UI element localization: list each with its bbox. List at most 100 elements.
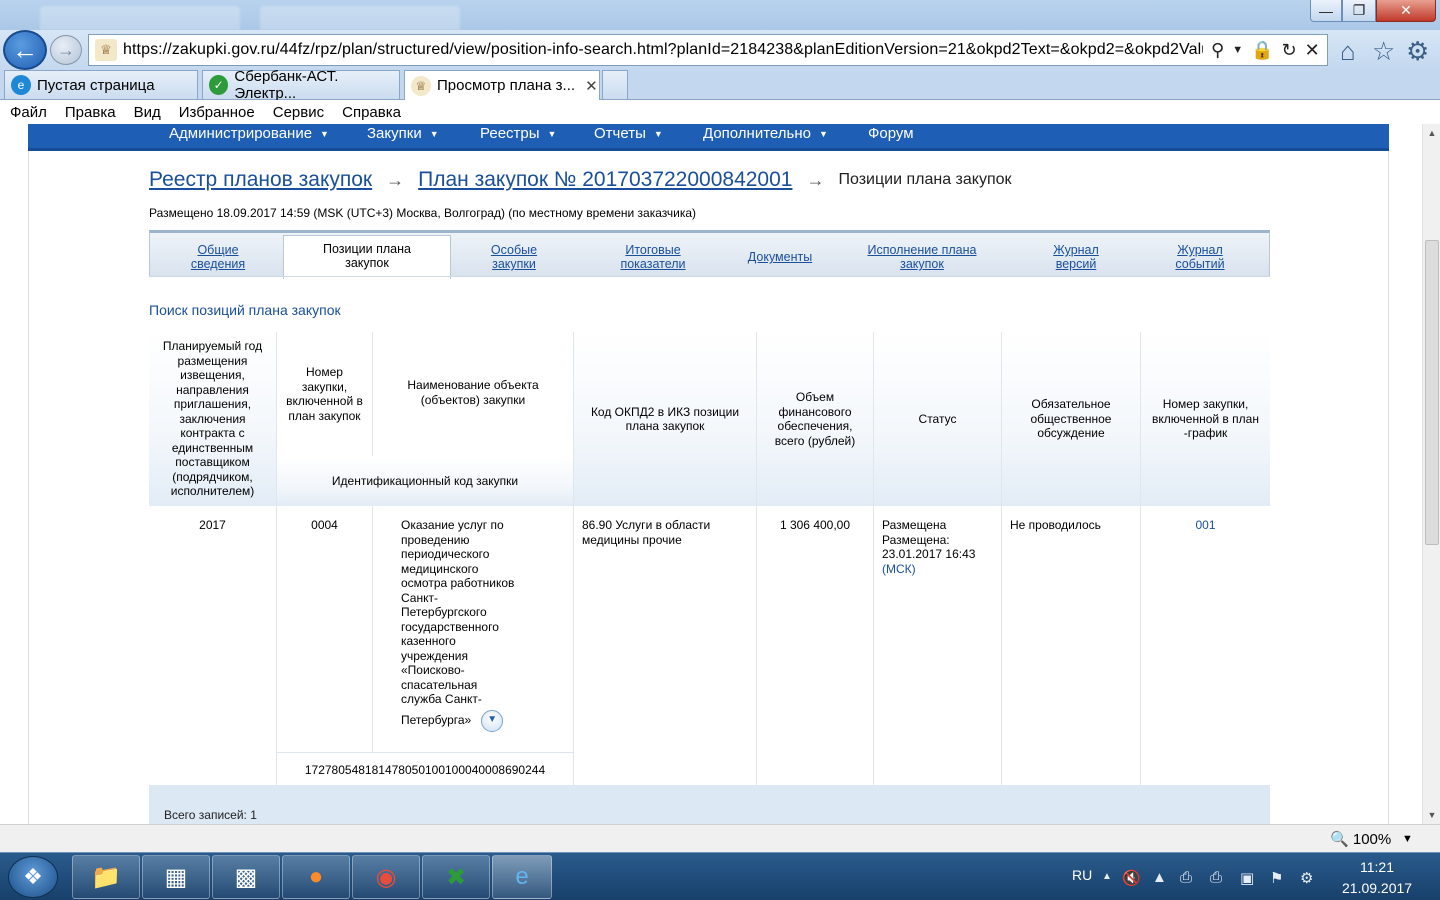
tab-summary-indicators[interactable]: Итоговые показатели	[613, 243, 693, 271]
printer-icon[interactable]: ⎙	[1210, 869, 1222, 886]
home-icon[interactable]: ⌂	[1340, 36, 1356, 67]
dropdown-icon[interactable]: ▼	[1232, 44, 1243, 56]
zoom-icon: 🔍	[1330, 831, 1349, 848]
schedule-number-link[interactable]: 001	[1195, 518, 1215, 532]
start-button[interactable]: ❖	[8, 856, 58, 898]
placement-date: Размещено 18.09.2017 14:59 (MSK (UTC+3) …	[149, 206, 696, 220]
flag-icon[interactable]: ⚑	[1270, 869, 1283, 887]
tab-line2: версий	[1055, 257, 1097, 271]
search-positions-link[interactable]: Поиск позиций плана закупок	[149, 302, 341, 318]
menu-file[interactable]: Файл	[0, 104, 55, 121]
clock-date[interactable]: 21.09.2017	[1342, 880, 1412, 896]
address-bar[interactable]: ♕ https://zakupki.gov.ru/44fz/rpz/plan/s…	[88, 34, 1328, 66]
vertical-scrollbar[interactable]: ▲ ▼	[1422, 124, 1440, 824]
breadcrumb-plan-link[interactable]: План закупок № 201703722000842001	[418, 168, 792, 192]
tab-event-log[interactable]: Журнал событий	[1170, 243, 1230, 271]
taskbar-scanner[interactable]: ▩	[212, 855, 280, 899]
settings-gear-icon[interactable]: ⚙	[1406, 36, 1429, 67]
breadcrumb: Реестр планов закупок → План закупок № 2…	[149, 168, 1012, 192]
breadcrumb-registry-link[interactable]: Реестр планов закупок	[149, 168, 372, 192]
taskbar-internet-explorer[interactable]: e	[492, 855, 552, 899]
cell-ikz: 172780548181478050100100040008690244	[277, 752, 574, 785]
scroll-up-icon[interactable]: ▲	[1423, 124, 1440, 142]
forward-button[interactable]: →	[50, 35, 82, 65]
site-navigation: Администрирование ▼ Закупки ▼ Реестры ▼ Отч…	[28, 124, 1389, 151]
new-tab-button[interactable]	[602, 70, 628, 99]
timezone-link[interactable]: (МСК)	[882, 562, 916, 576]
maximize-button[interactable]: ❐	[1342, 0, 1376, 22]
nav-registries[interactable]: Реестры ▼	[480, 125, 556, 142]
nav-label: Отчеты	[594, 125, 646, 142]
plan-tabs: Общие сведения Позиции плана закупок Особы…	[149, 230, 1270, 279]
tab-line1: Особые	[490, 243, 538, 257]
menu-favorites[interactable]: Избранное	[169, 104, 263, 121]
zoom-dropdown-icon[interactable]: ▼	[1402, 833, 1413, 845]
stop-icon[interactable]: ✕	[1305, 40, 1320, 61]
taskbar-chrome[interactable]: ◉	[352, 855, 420, 899]
address-url[interactable]: https://zakupki.gov.ru/44fz/rpz/plan/str…	[123, 41, 1203, 59]
cell-okpd2: 86.90 Услуги в области медицины прочие	[574, 506, 757, 785]
nav-reports[interactable]: Отчеты ▼	[594, 125, 663, 142]
tab-plan-view[interactable]: ♕ Просмотр плана з... ✕	[404, 70, 600, 100]
nav-purchases[interactable]: Закупки ▼	[367, 125, 439, 142]
zoom-level[interactable]: 🔍 100%	[1330, 830, 1391, 848]
clock-time[interactable]: 11:21	[1360, 859, 1394, 875]
nav-administration[interactable]: Администрирование ▼	[169, 125, 329, 142]
minimize-button[interactable]: —	[1310, 0, 1342, 22]
favorites-star-icon[interactable]: ☆	[1372, 36, 1395, 67]
lock-icon[interactable]: 🔒	[1251, 40, 1273, 61]
header-line: финансового	[778, 404, 852, 419]
header-schedule-number: Номер закупки, включенной в план -график	[1141, 332, 1270, 506]
menu-edit[interactable]: Правка	[55, 104, 124, 121]
taskbar-calculator[interactable]: ▦	[142, 855, 210, 899]
close-window-button[interactable]: ✕	[1376, 0, 1436, 22]
tab-plan-positions[interactable]: Позиции плана закупок	[283, 235, 451, 279]
search-icon[interactable]: ⚲	[1211, 40, 1224, 61]
header-line: закупки,	[301, 379, 348, 394]
browser-menubar: Файл Правка Вид Избранное Сервис Справка	[0, 100, 1440, 124]
taskbar-excel[interactable]: ✖	[422, 855, 490, 899]
network-icon[interactable]: ▲	[1152, 869, 1167, 886]
display-icon[interactable]: ▣	[1240, 869, 1254, 887]
tab-sberbank-ast[interactable]: ✓ Сбербанк-АСТ. Электр...	[202, 68, 400, 102]
name-line: служба Санкт-	[401, 692, 482, 706]
tab-plan-execution[interactable]: Исполнение плана закупок	[860, 243, 984, 271]
refresh-icon[interactable]: ↻	[1282, 40, 1297, 61]
menu-tools[interactable]: Сервис	[263, 104, 332, 121]
tab-version-log[interactable]: Журнал версий	[1046, 243, 1106, 271]
tab-line1: Итоговые	[625, 243, 681, 257]
nav-label: Дополнительно	[703, 125, 811, 142]
tab-special-purchases[interactable]: Особые закупки	[484, 243, 544, 271]
header-line: Статус	[918, 411, 957, 426]
language-indicator[interactable]: RU	[1072, 867, 1092, 883]
back-button[interactable]: ←	[3, 30, 47, 70]
taskbar-firefox[interactable]: ●	[282, 855, 350, 899]
tab-documents[interactable]: Документы	[742, 250, 818, 264]
name-line: спасательная	[401, 677, 478, 692]
volume-muted-icon[interactable]: 🔇	[1122, 869, 1141, 887]
tray-expand-icon[interactable]: ▲	[1102, 871, 1112, 882]
okpd-line: 86.90 Услуги в области	[582, 518, 711, 532]
scrollbar-thumb[interactable]	[1425, 240, 1439, 545]
name-line: Петербургского	[401, 605, 487, 619]
window-titlebar: — ❐ ✕	[0, 0, 1440, 34]
printer-icon[interactable]: ⎙	[1180, 869, 1192, 886]
antivirus-icon[interactable]: ⚙	[1300, 869, 1313, 887]
menu-view[interactable]: Вид	[124, 104, 169, 121]
menu-help[interactable]: Справка	[332, 104, 409, 121]
tab-blank-page[interactable]: e Пустая страница	[4, 70, 198, 99]
header-line: поставщиком	[175, 455, 250, 470]
scroll-down-icon[interactable]: ▼	[1423, 806, 1440, 824]
tabs-divider	[149, 276, 1270, 286]
expand-chevron-down-icon[interactable]: ▼	[481, 709, 504, 732]
close-tab-icon[interactable]: ✕	[585, 77, 598, 95]
nav-forum[interactable]: Форум	[868, 125, 914, 142]
page-viewport: Администрирование ▼ Закупки ▼ Реестры ▼ Отч…	[0, 124, 1422, 824]
taskbar-explorer[interactable]: 📁	[72, 855, 140, 899]
tab-label: Просмотр плана з...	[437, 77, 576, 94]
windows-taskbar: ❖ 📁 ▦ ▩ ● ◉ ✖ e RU ▲ 🔇 ▲ ⎙ ⎙ ▣ ⚑ ⚙ 11:21…	[0, 852, 1440, 900]
header-line: единственным	[171, 440, 254, 455]
tab-general-info[interactable]: Общие сведения	[188, 243, 248, 271]
nav-additional[interactable]: Дополнительно ▼	[703, 125, 828, 142]
folder-icon: 📁	[91, 863, 121, 891]
